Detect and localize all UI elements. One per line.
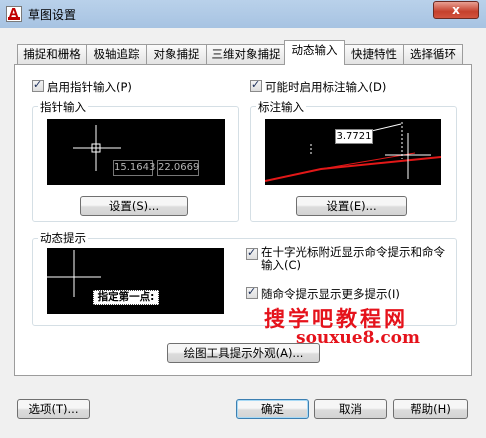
pointer-input-group-title: 指针输入 (38, 99, 88, 115)
pointer-input-preview: 15.1643 22.0669 (47, 119, 225, 185)
dimension-input-group-title: 标注输入 (256, 99, 306, 115)
enable-dimension-input-label[interactable]: 可能时启用标注输入(D) (265, 79, 386, 95)
tab-object-snap[interactable]: 对象捕捉 (146, 44, 207, 64)
tab-dynamic-input[interactable]: 动态输入 (284, 40, 345, 65)
checkmark-icon: ✓ (33, 78, 43, 91)
tab-quick-properties[interactable]: 快捷特性 (344, 44, 404, 64)
enable-pointer-input-checkbox[interactable]: ✓ (32, 78, 44, 92)
cancel-button[interactable]: 取消 (314, 399, 387, 419)
checkmark-icon: ✓ (247, 285, 257, 298)
tab-3d-object-snap[interactable]: 三维对象捕捉 (206, 44, 286, 64)
dimension-input-preview: 3.7721 (265, 119, 441, 185)
dimension-input-settings-button[interactable]: 设置(E)... (296, 196, 407, 216)
dynamic-prompt-box: 指定第一点: (93, 290, 159, 305)
window-title: 草图设置 (28, 8, 77, 22)
dimension-value-box: 3.7721 (335, 129, 373, 144)
tab-polar-tracking[interactable]: 极轴追踪 (86, 44, 147, 64)
close-button[interactable]: x (433, 1, 479, 19)
ok-button[interactable]: 确定 (236, 399, 309, 419)
dynamic-prompt-preview: 指定第一点: (47, 248, 224, 314)
dynamic-prompts-group-title: 动态提示 (38, 230, 88, 246)
pointer-input-settings-button[interactable]: 设置(S)... (80, 196, 188, 216)
pointer-y-value: 22.0669 (157, 160, 199, 176)
show-command-prompt-label[interactable]: 在十字光标附近显示命令提示和命令 输入(C) (261, 246, 445, 272)
options-button[interactable]: 选项(T)... (17, 399, 90, 419)
title-bar: A 草图设置 x (0, 0, 486, 29)
checkmark-icon: ✓ (247, 246, 257, 259)
close-icon: x (452, 3, 460, 17)
show-command-prompt-checkbox[interactable]: ✓ (246, 246, 258, 260)
help-button[interactable]: 帮助(H) (393, 399, 468, 419)
autocad-app-icon: A (6, 6, 22, 22)
tab-snap-grid[interactable]: 捕捉和栅格 (17, 44, 87, 64)
show-additional-tips-label[interactable]: 随命令提示显示更多提示(I) (261, 286, 400, 302)
pointer-x-value: 15.1643 (113, 160, 155, 176)
tab-selection-cycling[interactable]: 选择循环 (403, 44, 463, 64)
checkmark-icon: ✓ (251, 78, 261, 91)
enable-pointer-input-label[interactable]: 启用指针输入(P) (47, 79, 132, 95)
drafting-tooltip-appearance-button[interactable]: 绘图工具提示外观(A)... (167, 343, 320, 363)
enable-dimension-input-checkbox[interactable]: ✓ (250, 78, 262, 92)
show-additional-tips-checkbox[interactable]: ✓ (246, 285, 258, 299)
